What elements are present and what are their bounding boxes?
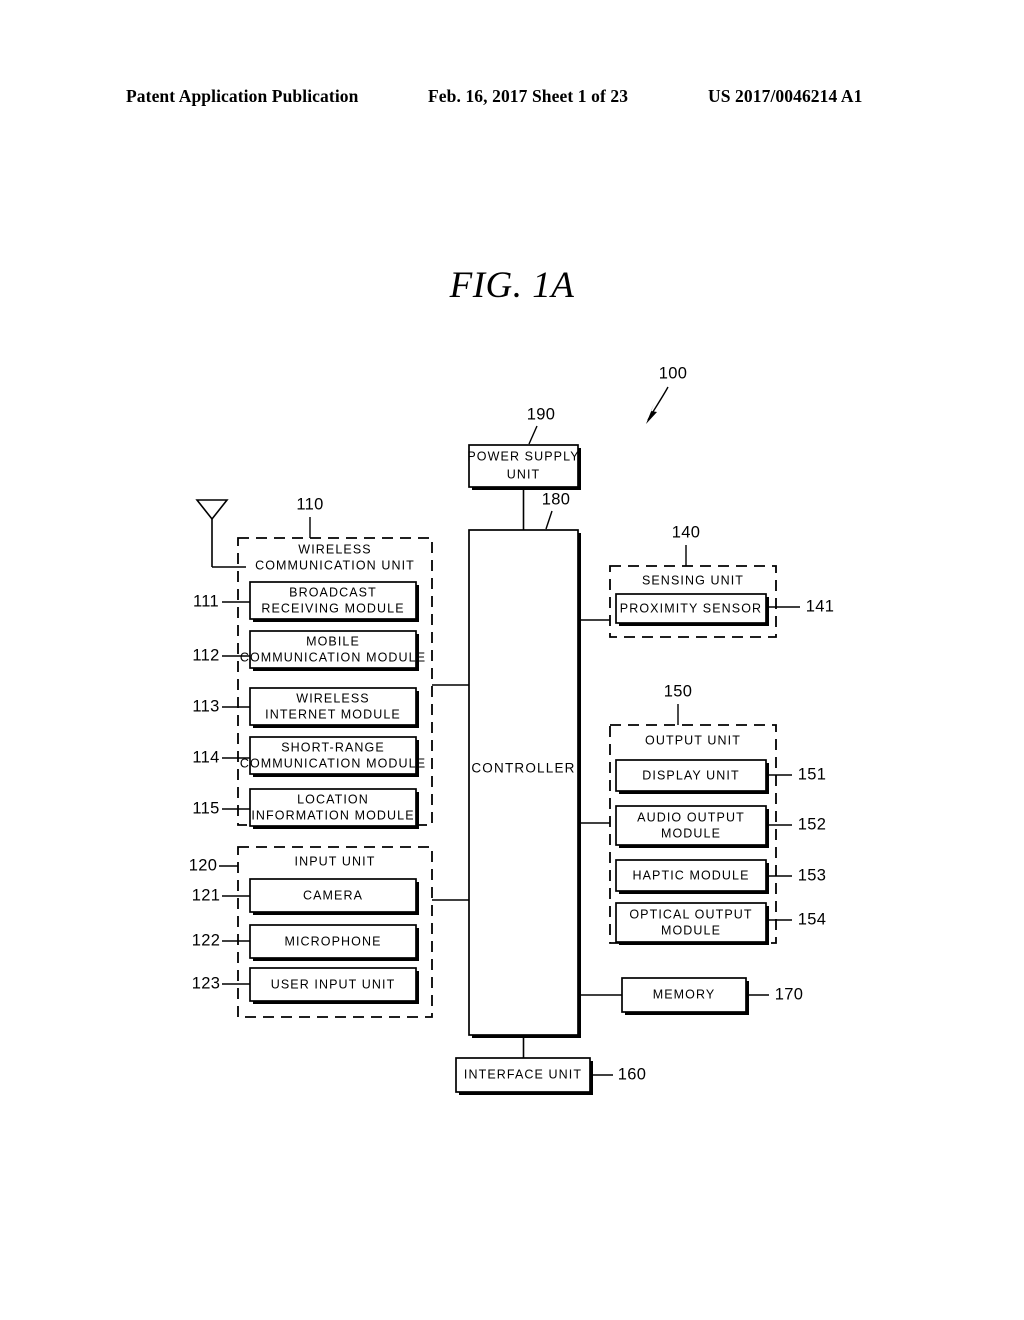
mobile-communication-module-label-line2: COMMUNICATION MODULE <box>240 650 426 664</box>
audio-output-module-label-line1: AUDIO OUTPUT <box>637 810 745 824</box>
broadcast-receiving-module-label-line2: RECEIVING MODULE <box>261 601 404 615</box>
wireless-communication-unit-title-line2: COMMUNICATION UNIT <box>255 558 415 572</box>
sensing-unit-group: 140 SENSING UNIT PROXIMITY SENSOR 141 <box>578 523 834 638</box>
ref-label-150: 150 <box>664 682 692 700</box>
audio-output-module: AUDIO OUTPUT MODULE 152 <box>615 805 826 848</box>
ref-label-121: 121 <box>192 886 220 904</box>
short-range-communication-module-label-line2: COMMUNICATION MODULE <box>240 756 426 770</box>
ref-label-170: 170 <box>775 985 803 1003</box>
short-range-communication-module: SHORT-RANGE COMMUNICATION MODULE 114 <box>192 736 426 777</box>
ref-label-111: 111 <box>193 592 219 610</box>
input-unit-title: INPUT UNIT <box>295 854 376 868</box>
interface-unit-block: INTERFACE UNIT 160 <box>455 1035 646 1095</box>
power-supply-unit-label-line2: UNIT <box>507 467 541 481</box>
ref-label-120: 120 <box>189 856 217 874</box>
block-diagram: 100 190 POWER SUPPLY UNIT 180 CONTROLLER <box>189 364 834 1095</box>
optical-output-module: OPTICAL OUTPUT MODULE 154 <box>615 902 826 945</box>
wireless-communication-unit-boundary <box>237 537 433 826</box>
patent-figure-page: Patent Application Publication Feb. 16, … <box>0 0 1024 1320</box>
ref-label-190: 190 <box>527 405 555 423</box>
mobile-communication-module: MOBILE COMMUNICATION MODULE 112 <box>192 630 426 671</box>
short-range-communication-module-label-line1: SHORT-RANGE <box>281 740 385 754</box>
ref-label-180: 180 <box>542 490 570 508</box>
memory-block: MEMORY 170 <box>578 977 803 1015</box>
input-unit-group: INPUT UNIT 120 CAMERA 121 MICROPHONE 122 <box>189 846 469 1018</box>
sensing-unit-title: SENSING UNIT <box>642 573 744 587</box>
haptic-module: HAPTIC MODULE 153 <box>615 859 826 894</box>
location-information-module: LOCATION INFORMATION MODULE 115 <box>192 788 419 829</box>
ref-label-113: 113 <box>192 697 219 715</box>
user-input-unit-module: USER INPUT UNIT 123 <box>192 967 419 1004</box>
ref-label-115: 115 <box>192 799 219 817</box>
power-supply-unit-label-line1: POWER SUPPLY <box>467 449 579 463</box>
location-information-module-label-line2: INFORMATION MODULE <box>251 808 414 822</box>
audio-output-module-label-line2: MODULE <box>661 826 721 840</box>
display-unit-label: DISPLAY UNIT <box>642 768 739 782</box>
ref-label-112: 112 <box>192 646 219 664</box>
user-input-unit-label: USER INPUT UNIT <box>271 977 396 991</box>
ref-label-160: 160 <box>618 1065 646 1083</box>
optical-output-module-label-line2: MODULE <box>661 923 721 937</box>
microphone-module: MICROPHONE 122 <box>192 924 419 961</box>
microphone-module-label: MICROPHONE <box>284 934 381 948</box>
ref-label-140: 140 <box>672 523 700 541</box>
memory-label: MEMORY <box>653 987 716 1001</box>
location-information-module-label-line1: LOCATION <box>297 792 369 806</box>
ref-leader-190 <box>528 425 538 445</box>
ref-label-123: 123 <box>192 974 220 992</box>
camera-module: CAMERA 121 <box>192 878 419 915</box>
output-unit-title: OUTPUT UNIT <box>645 733 741 747</box>
ref-label-152: 152 <box>798 815 826 833</box>
ref-label-100: 100 <box>659 364 687 382</box>
ref-leader-180 <box>545 510 553 530</box>
ref-label-153: 153 <box>798 866 826 884</box>
haptic-module-label: HAPTIC MODULE <box>632 868 749 882</box>
ref-label-114: 114 <box>192 748 219 766</box>
interface-unit-label: INTERFACE UNIT <box>464 1067 582 1081</box>
broadcast-receiving-module-label-line1: BROADCAST <box>289 585 377 599</box>
broadcast-receiving-module: BROADCAST RECEIVING MODULE 111 <box>193 581 419 622</box>
controller-block: 180 CONTROLLER <box>468 490 581 1038</box>
controller-box <box>468 529 579 1036</box>
wireless-internet-module-label-line1: WIRELESS <box>296 691 369 705</box>
wireless-internet-module: WIRELESS INTERNET MODULE 113 <box>192 687 419 728</box>
ref-label-141: 141 <box>806 597 834 615</box>
output-unit-group: 150 OUTPUT UNIT DISPLAY UNIT 151 AUDIO O… <box>578 682 826 945</box>
power-supply-unit-block: 190 POWER SUPPLY UNIT <box>467 405 581 530</box>
wireless-internet-module-label-line2: INTERNET MODULE <box>265 707 401 721</box>
display-unit-module: DISPLAY UNIT 151 <box>615 759 826 794</box>
proximity-sensor-module: PROXIMITY SENSOR 141 <box>615 593 834 626</box>
device-ref-100: 100 <box>646 364 687 424</box>
ref-label-151: 151 <box>798 765 826 783</box>
optical-output-module-label-line1: OPTICAL OUTPUT <box>629 907 752 921</box>
ref-label-110: 110 <box>296 495 323 513</box>
ref-label-154: 154 <box>798 910 826 928</box>
wireless-communication-unit-group: 110 WIRELESS COMMUNICATION UNIT BROADCAS… <box>192 495 469 829</box>
mobile-communication-module-label-line1: MOBILE <box>306 634 360 648</box>
ref-label-122: 122 <box>192 931 220 949</box>
camera-module-label: CAMERA <box>303 888 363 902</box>
antenna-triangle <box>195 499 229 521</box>
wireless-communication-unit-title-line1: WIRELESS <box>298 542 371 556</box>
proximity-sensor-label: PROXIMITY SENSOR <box>620 601 762 615</box>
controller-label: CONTROLLER <box>471 761 575 776</box>
